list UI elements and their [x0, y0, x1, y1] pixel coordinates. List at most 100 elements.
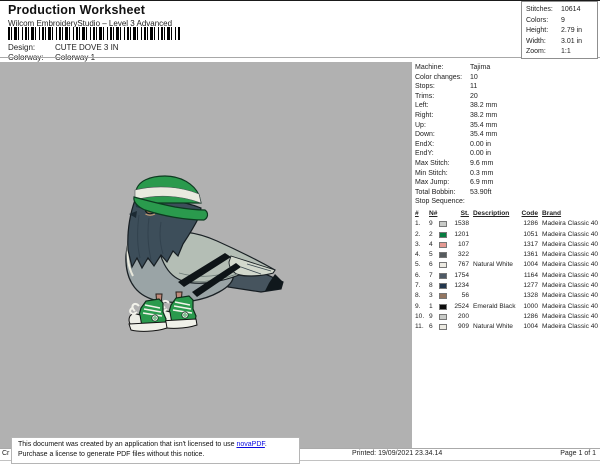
stop-sequence-row: 3. 4 107 1317 Madeira Classic 40 — [415, 240, 600, 250]
needle-number: 3 — [429, 292, 433, 300]
column-header: # — [415, 210, 419, 217]
thread-color-swatch — [439, 283, 447, 290]
summary-row: Height: 2.79 in — [526, 26, 597, 37]
notice-text-2: . — [264, 441, 267, 448]
summary-value: 3.01 in — [561, 37, 583, 45]
machine-info-row: Max Stitch: 9.6 mm — [415, 159, 599, 169]
machine-info-value: 35.4 mm — [470, 121, 498, 129]
footer-cut-text: Cr — [2, 450, 10, 457]
thread-color-swatch — [439, 293, 447, 300]
thread-code: 1286 — [523, 312, 538, 320]
summary-value: 1:1 — [561, 48, 571, 56]
summary-value: 9 — [561, 16, 565, 24]
stop-number: 11. — [415, 323, 424, 331]
machine-info-row: Right: 38.2 mm — [415, 111, 599, 121]
printed-timestamp: Printed: 19/09/2021 23.34.14 — [352, 450, 443, 457]
machine-info-value: 0.00 in — [470, 140, 492, 148]
stop-sequence-row: 6. 7 1754 1164 Madeira Classic 40 — [415, 271, 600, 281]
stop-sequence-row: 11. 6 909 Natural White 1004 Madeira Classic … — [415, 322, 600, 332]
thread-code: 1004 — [523, 261, 538, 269]
machine-info-value: 11 — [470, 83, 478, 91]
column-header: Brand — [542, 210, 562, 217]
machine-info-row: Trims: 20 — [415, 92, 599, 102]
machine-info-value: 38.2 mm — [470, 111, 498, 119]
machine-info-value: 6.9 mm — [470, 179, 494, 187]
stop-sequence-row: 10. 9 200 1286 Madeira Classic 40 — [415, 312, 600, 322]
top-rule — [0, 0, 600, 1]
machine-info-value: 53.90ft — [470, 188, 492, 196]
page-title: Production Worksheet — [8, 3, 146, 17]
machine-info-label: EndX: — [415, 140, 435, 148]
header-divider — [0, 57, 600, 58]
pigeon-sneakers — [128, 295, 198, 332]
machine-info-row: Down: 35.4 mm — [415, 130, 599, 140]
thread-color-swatch — [439, 221, 447, 228]
machine-info-row: Max Jump: 6.9 mm — [415, 178, 599, 188]
machine-info-label: Max Jump: — [415, 179, 450, 187]
stop-number: 4. — [415, 251, 421, 259]
summary-row: Zoom: 1:1 — [526, 47, 597, 58]
stitch-count: 200 — [457, 312, 469, 320]
thread-color-swatch — [439, 262, 447, 269]
machine-info-label: Max Stitch: — [415, 159, 450, 167]
stop-number: 1. — [415, 220, 421, 228]
summary-row: Stitches: 10614 — [526, 5, 597, 16]
design-canvas — [0, 62, 412, 448]
thread-description: Natural White — [473, 261, 513, 269]
novapdf-link[interactable]: novaPDF — [236, 441, 264, 448]
machine-info-row: EndX: 0.00 in — [415, 140, 599, 150]
needle-number: 9 — [429, 220, 433, 228]
design-value: CUTE DOVE 3 IN — [55, 43, 119, 52]
machine-info-value: 20 — [470, 92, 478, 100]
stop-sequence-row: 5. 6 767 Natural White 1004 Madeira Classic 4… — [415, 260, 600, 270]
machine-info-value: 35.4 mm — [470, 131, 498, 139]
stop-sequence-row: 8. 3 56 1328 Madeira Classic 40 — [415, 291, 600, 301]
stitch-count: 322 — [457, 251, 469, 259]
needle-number: 9 — [429, 312, 433, 320]
machine-info-row: Total Bobbin: 53.90ft — [415, 188, 599, 198]
machine-info-label: Right: — [415, 111, 434, 119]
thread-brand: Madeira Classic 40 — [542, 240, 599, 248]
machine-info-row: Color changes: 10 — [415, 73, 599, 83]
machine-info-list: Machine: Tajima Color changes: 10 Stops: 11 Tr… — [415, 63, 599, 197]
thread-code: 1286 — [523, 220, 538, 228]
thread-description: Natural White — [473, 323, 513, 331]
design-name-row: Design: CUTE DOVE 3 IN — [8, 43, 119, 52]
thread-code: 1004 — [523, 323, 538, 331]
stop-sequence-row: 2. 2 1201 1051 Madeira Classic 40 — [415, 230, 600, 240]
summary-label: Stitches: — [526, 6, 553, 13]
novapdf-notice: This document was created by an applicat… — [11, 437, 300, 464]
summary-label: Colors: — [526, 16, 549, 24]
stitch-count: 1754 — [454, 271, 469, 279]
needle-number: 1 — [429, 302, 433, 310]
stop-number: 3. — [415, 240, 421, 248]
summary-value: 2.79 in — [561, 27, 583, 35]
machine-info-row: Left: 38.2 mm — [415, 101, 599, 111]
machine-info-value: 9.6 mm — [470, 159, 494, 167]
machine-info-label: Min Stitch: — [415, 169, 448, 177]
needle-number: 7 — [429, 271, 433, 279]
stitch-count: 1538 — [454, 220, 469, 228]
machine-info-label: Left: — [415, 102, 429, 110]
summary-row: Colors: 9 — [526, 16, 597, 27]
barcode-icon — [8, 27, 180, 40]
stop-sequence-row: 4. 5 322 1361 Madeira Classic 40 — [415, 250, 600, 260]
column-header: Description — [473, 210, 510, 217]
machine-info-label: Total Bobbin: — [415, 188, 456, 196]
needle-number: 6 — [429, 323, 433, 331]
notice-text-3: Purchase a license to generate PDF files… — [18, 450, 205, 458]
machine-info-value: Tajima — [470, 64, 491, 71]
stop-sequence-row: 9. 1 2524 Emerald Black 1000 Madeira Classic … — [415, 302, 600, 312]
thread-brand: Madeira Classic 40 — [542, 282, 599, 290]
design-summary-box: Stitches: 10614 Colors: 9 Height: 2.79 in Widt… — [521, 1, 598, 59]
summary-label: Width: — [526, 37, 546, 45]
needle-number: 2 — [429, 230, 433, 238]
summary-value: 10614 — [561, 6, 581, 13]
stop-sequence-section: Stop Sequence: # N# St. Description Code Bran… — [415, 197, 600, 333]
summary-row: Width: 3.01 in — [526, 37, 597, 48]
thread-color-swatch — [439, 231, 447, 238]
machine-info-value: 0.00 in — [470, 150, 492, 158]
stitch-count: 909 — [457, 323, 469, 331]
stitch-count: 107 — [457, 240, 469, 248]
machine-info-value: 0.3 mm — [470, 169, 494, 177]
